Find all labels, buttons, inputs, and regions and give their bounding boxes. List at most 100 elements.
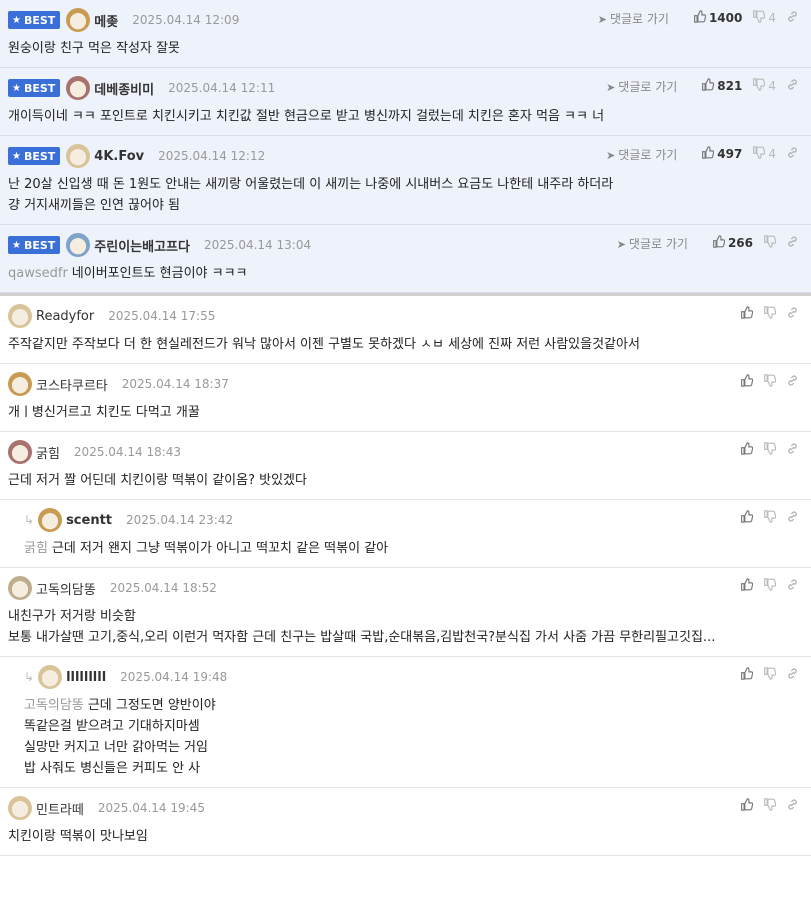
avatar[interactable] <box>38 508 63 532</box>
downvote-button[interactable] <box>763 667 777 683</box>
share-link-button[interactable] <box>786 667 799 683</box>
thumbs-down-icon <box>752 146 766 162</box>
downvote-button[interactable] <box>763 306 777 322</box>
comment-actions: ➤ 댓글로 가기 1400 4 <box>598 8 799 28</box>
share-link-button[interactable] <box>786 510 799 526</box>
thumbs-down-icon <box>763 667 777 683</box>
nickname[interactable]: scentt <box>66 513 112 528</box>
downvote-button[interactable]: 4 <box>752 146 776 162</box>
upvote-button[interactable] <box>740 306 754 322</box>
comment-line: 난 20살 신입생 때 돈 1원도 안내는 새끼랑 어울렸는데 이 새끼는 나중… <box>8 174 803 195</box>
downvote-button[interactable] <box>763 578 777 594</box>
nickname[interactable]: 4K.Fov <box>94 149 144 164</box>
nickname[interactable]: lllllllll <box>66 670 106 685</box>
timestamp: 2025.04.14 12:12 <box>158 149 266 163</box>
nickname[interactable]: 코스타쿠르타 <box>36 375 108 394</box>
upvote-button[interactable] <box>740 442 754 458</box>
downvote-button[interactable]: 4 <box>752 10 776 26</box>
comment-line: 굵힘 근데 저거 왠지 그냥 떡볶이가 아니고 떡꼬치 같은 떡볶이 같아 <box>24 538 803 559</box>
share-link-button[interactable] <box>786 578 799 594</box>
comment-list: ★ BEST 메좆 2025.04.14 12:09 ➤ 댓글로 가기 1400 4 원숭이랑 … <box>0 0 811 856</box>
upvote-button[interactable] <box>740 667 754 683</box>
nickname[interactable]: Readyfor <box>36 309 94 324</box>
mention[interactable]: 고독의담똥 <box>24 698 84 713</box>
avatar[interactable] <box>8 576 32 600</box>
mention[interactable]: qawsedfr <box>8 266 68 281</box>
upvote-count: 266 <box>727 236 753 250</box>
mention[interactable]: 굵힘 <box>24 541 48 556</box>
comment-line: 치킨이랑 떡볶이 맛나보임 <box>8 826 803 847</box>
link-icon <box>786 798 799 814</box>
nickname[interactable]: 고독의담똥 <box>36 579 96 598</box>
downvote-button[interactable] <box>763 798 777 814</box>
upvote-button[interactable]: 821 <box>701 78 742 94</box>
downvote-button[interactable] <box>763 510 777 526</box>
comment-actions: ➤ 댓글로 가기 266 <box>617 233 799 253</box>
thumbs-down-icon <box>763 798 777 814</box>
upvote-button[interactable] <box>740 374 754 390</box>
comment: 굵힘 2025.04.14 18:43 근데 저거 짤 어딘데 치킨이랑 떡볶이 같… <box>0 432 811 500</box>
nickname[interactable]: 데베종비미 <box>94 79 154 98</box>
comment-text: 네이버포인트도 현금이야 ㅋㅋㅋ <box>71 266 248 281</box>
avatar[interactable] <box>66 8 91 32</box>
star-icon: ★ <box>12 82 21 94</box>
timestamp: 2025.04.14 18:37 <box>121 377 229 391</box>
share-link-button[interactable] <box>786 798 799 814</box>
downvote-button[interactable] <box>763 235 777 251</box>
comment-text: 근데 저거 왠지 그냥 떡볶이가 아니고 떡꼬치 같은 떡볶이 같아 <box>51 541 389 556</box>
nickname[interactable]: 주린이는배고프다 <box>94 236 190 255</box>
star-icon: ★ <box>12 239 21 251</box>
avatar[interactable] <box>66 233 91 257</box>
comment-actions: ➤ 댓글로 가기 821 4 <box>606 76 799 96</box>
downvote-button[interactable] <box>763 374 777 390</box>
comment-text: 개ㅣ병신거르고 치킨도 다먹고 개꿀 <box>8 405 200 420</box>
link-icon <box>786 306 799 322</box>
comment-header: 민트라떼 2025.04.14 19:45 <box>8 796 803 820</box>
upvote-button[interactable]: 266 <box>712 235 753 251</box>
comment-actions <box>730 665 799 685</box>
reply-comment: ↳ scentt 2025.04.14 23:42 굵힘 근데 저거 왠지 그냥 떡볶이… <box>0 500 811 568</box>
link-icon <box>786 235 799 251</box>
upvote-button[interactable] <box>740 578 754 594</box>
comment-body: 원숭이랑 친구 먹은 작성자 잘못 <box>8 32 803 67</box>
share-link-button[interactable] <box>786 78 799 94</box>
nickname[interactable]: 메좆 <box>94 11 118 30</box>
comment-actions <box>730 508 799 528</box>
timestamp: 2025.04.14 13:04 <box>203 238 312 252</box>
best-comment: ★ BEST 메좆 2025.04.14 12:09 ➤ 댓글로 가기 1400 4 원숭이랑 … <box>0 0 811 68</box>
share-link-button[interactable] <box>786 306 799 322</box>
goto-comment-label: 댓글로 가기 <box>628 236 688 251</box>
avatar[interactable] <box>66 76 91 100</box>
upvote-button[interactable]: 1400 <box>693 10 742 26</box>
comment-text: 내친구가 저거랑 비슷함 <box>8 609 136 624</box>
share-link-button[interactable] <box>786 146 799 162</box>
comment-text: 걍 거지새끼들은 인연 끊어야 됨 <box>8 198 181 213</box>
downvote-button[interactable]: 4 <box>752 78 776 94</box>
downvote-button[interactable] <box>763 442 777 458</box>
downvote-count: 4 <box>768 147 776 161</box>
avatar[interactable] <box>8 440 32 464</box>
avatar[interactable] <box>38 665 63 689</box>
upvote-button[interactable] <box>740 798 754 814</box>
goto-comment-link[interactable]: ➤ 댓글로 가기 <box>598 10 669 27</box>
timestamp: 2025.04.14 12:11 <box>168 81 276 95</box>
goto-comment-link[interactable]: ➤ 댓글로 가기 <box>606 78 677 95</box>
goto-comment-link[interactable]: ➤ 댓글로 가기 <box>606 146 677 163</box>
comment-line: 원숭이랑 친구 먹은 작성자 잘못 <box>8 38 803 59</box>
avatar[interactable] <box>8 796 32 820</box>
share-link-button[interactable] <box>786 442 799 458</box>
share-link-button[interactable] <box>786 10 799 26</box>
comment-body: 치킨이랑 떡볶이 맛나보임 <box>8 820 803 855</box>
avatar[interactable] <box>8 304 32 328</box>
nickname[interactable]: 민트라떼 <box>36 799 84 818</box>
avatar[interactable] <box>8 372 32 396</box>
avatar[interactable] <box>66 144 91 168</box>
share-link-button[interactable] <box>786 374 799 390</box>
comment-text: 똑같은걸 받으려고 기대하지마셈 <box>24 719 200 734</box>
goto-comment-link[interactable]: ➤ 댓글로 가기 <box>617 235 688 252</box>
nickname[interactable]: 굵힘 <box>36 443 60 462</box>
share-link-button[interactable] <box>786 235 799 251</box>
upvote-button[interactable]: 497 <box>701 146 742 162</box>
downvote-count: 4 <box>768 79 776 93</box>
upvote-button[interactable] <box>740 510 754 526</box>
